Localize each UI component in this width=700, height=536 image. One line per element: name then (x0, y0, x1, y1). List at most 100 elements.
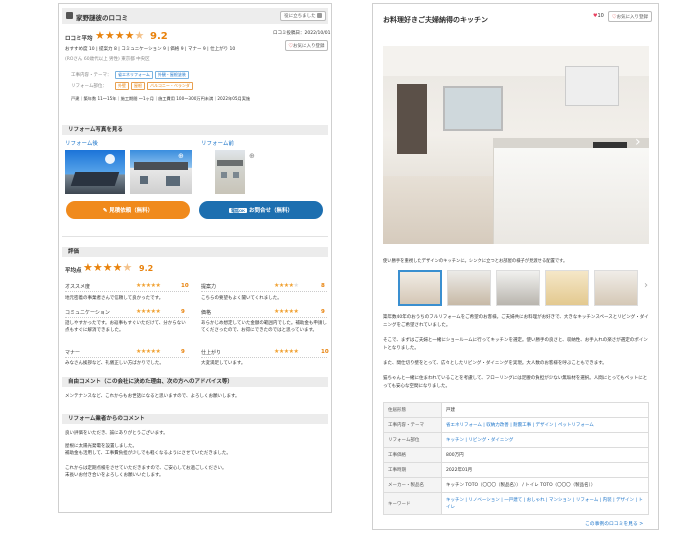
eval-score: 10 (321, 349, 329, 355)
thumbnail-3[interactable] (496, 270, 540, 306)
eval-text: みなさん挨拶など、礼儀正しい方ばかりでした。 (65, 361, 164, 366)
thumbnail-5[interactable] (594, 270, 638, 306)
avg-value: 9.2 (139, 264, 154, 273)
description-1: 築年数40年のおうちのフルリフォームをご希望のお客様。ご夫婦共にお料理がお好きで… (383, 315, 649, 328)
eval-text: こちらの要望もよく聞いてくれました。 (201, 296, 282, 301)
estimate-button[interactable]: ✎ 見積依頼（無料） (66, 201, 190, 219)
review-header: 家野謎彼のロコミ 役に立ちました (62, 8, 328, 24)
zoom-icon[interactable]: ⊕ (249, 152, 255, 160)
favorite-button[interactable]: ♡お気に入り登録 (285, 40, 328, 51)
spec-table: 住居形態 戸建 工事内容・テーマ 省エネリフォーム | 収納力改善 | 耐震工事… (383, 402, 649, 515)
spec-key: 工事価格 (383, 447, 442, 463)
photos-heading: リフォーム写真を見る (62, 125, 328, 135)
description-2: そこで、まずはご夫婦と一緒にショールームに行ってキッチンを選定。使い勝手の良さと… (383, 338, 648, 351)
maker-value: キッチン TOTO（〇〇〇（製品名）） (446, 483, 521, 488)
free-comment-text: メンテナンスなど、これからもお世話になると思いますので、よろしくお願いします。 (65, 394, 240, 399)
divider (65, 317, 189, 318)
thumbnail-1[interactable] (398, 270, 442, 306)
divider (65, 357, 189, 358)
part-link[interactable]: リビング・ダイニング (468, 438, 513, 443)
divider (65, 291, 189, 292)
spec-row-housing: 住居形態 戸建 (383, 402, 649, 418)
spec-row-price: 工事価格 800万円 (383, 447, 649, 463)
spec-row-theme: 工事内容・テーマ 省エネリフォーム | 収納力改善 | 耐震工事 | デザイン … (383, 417, 649, 433)
rating-stars: ★★★★★ (95, 29, 145, 42)
main-photo[interactable]: › (383, 46, 649, 244)
eval-text: 地元密着の事業者さんで信頼して良かったです。 (65, 296, 164, 301)
eval-text: 話しやすかったです。お返事もすぐいただけて、分からない点もすぐに解消できました。 (65, 321, 186, 333)
rating-value: 9.2 (150, 31, 168, 42)
thumbnail-2[interactable] (447, 270, 491, 306)
eval-name: マナー (65, 350, 81, 356)
spec-key: 住居形態 (383, 402, 442, 418)
keyword-link[interactable]: リフォーム (576, 498, 598, 503)
avg-label: 平均点 (65, 268, 82, 274)
part-tag[interactable]: 外壁 (115, 82, 129, 90)
rating-label: ロコミ平均 (65, 36, 93, 42)
maker-value: トイレ TOTO（〇〇〇（製品名）） (525, 483, 596, 488)
keyword-link[interactable]: 一戸建て (504, 498, 522, 503)
eval-stars: ★★★★★ (136, 348, 161, 355)
keyword-link[interactable]: デザイン (616, 498, 634, 503)
eval-heading: 評価 (62, 247, 328, 257)
eval-score: 9 (321, 309, 325, 315)
eval-stars: ★★★★★ (274, 348, 299, 355)
thumbnail-4[interactable] (545, 270, 589, 306)
theme-tag[interactable]: 外観・屋根塗装 (154, 71, 189, 79)
description-3: また、間仕切り壁をとって、広々としたリビング・ダイニングを実現。大人数のお客様を… (383, 361, 607, 366)
keyword-link[interactable]: キッチン (446, 498, 464, 503)
like-count[interactable]: ♥10 (593, 13, 604, 19)
info-box: 工事内容・テーマ： 省エネリフォーム 外観・屋根塗装 リフォーム部位： 外壁 屋根バ… (65, 70, 327, 112)
keyword-link[interactable]: リノベーション (468, 498, 499, 503)
eval-name: 仕上がり (201, 350, 222, 356)
before-photo[interactable] (215, 150, 245, 194)
thumbnail-next-icon[interactable]: › (644, 280, 648, 291)
eval-name: 提案力 (201, 284, 217, 290)
spec-row-part: リフォーム部位 キッチン | リビング・ダイニング (383, 432, 649, 448)
photo-caption: 使い勝手を重視したデザインのキッチンに。シンクに立つとお部屋の様子が見渡せる配置… (383, 259, 568, 264)
after-label: リフォーム後 (65, 141, 98, 147)
eval-score: 10 (181, 283, 189, 289)
theme-link[interactable]: 収納力改善 (486, 423, 509, 428)
part-tag[interactable]: 屋根 (131, 82, 145, 90)
inquiry-button[interactable]: 電話OK お問合せ（無料） (199, 201, 323, 219)
work-details: 戸建｜築年数 11〜15年｜施工期間 〜1ヶ月｜施工費用 100〜300万円未満… (71, 96, 251, 101)
description-4: 猫ちゃんと一緒に住まわれていることを考慮して、フローリングには足腰の負担が少ない… (383, 376, 648, 389)
theme-link[interactable]: ペットリフォーム (558, 423, 594, 428)
part-tag[interactable]: バルコニー・ベランダ (147, 82, 193, 90)
theme-link[interactable]: 耐震工事 (513, 423, 531, 428)
before-label: リフォーム前 (201, 141, 234, 147)
divider (201, 291, 327, 292)
eval-name: オススメ度 (65, 284, 91, 290)
case-panel: お料理好きご夫婦納得のキッチン ♥10 ♡お気に入り登録 › 使い勝手を重視した… (372, 3, 659, 530)
eval-stars: ★★★★★ (136, 282, 161, 289)
spec-row-maker: メーカー・製品名 キッチン TOTO（〇〇〇（製品名）） / トイレ TOTO（… (383, 477, 649, 493)
spec-key: 工事内容・テーマ (383, 417, 442, 433)
theme-link[interactable]: 省エネリフォーム (446, 423, 482, 428)
theme-tag[interactable]: 省エネリフォーム (115, 71, 153, 79)
spec-key: リフォーム部位 (383, 432, 442, 448)
avg-stars: ★★★★★ (83, 261, 133, 274)
spec-value: 2022年01月 (441, 462, 649, 478)
case-review-link[interactable]: この事例のロコミを見る > (585, 520, 643, 527)
next-arrow-icon[interactable]: › (635, 134, 641, 150)
keyword-link[interactable]: おしゃれ (527, 498, 545, 503)
after-photo-1[interactable] (65, 150, 125, 194)
review-title: 家野謎彼のロコミ (76, 14, 128, 22)
divider (62, 236, 328, 237)
company-comment-heading: リフォーム業者からのコメント (62, 414, 328, 424)
zoom-icon[interactable]: ⊕ (178, 152, 184, 160)
part-link[interactable]: キッチン (446, 438, 464, 443)
eval-score: 9 (181, 349, 185, 355)
spec-value: 800万円 (441, 447, 649, 463)
case-title: お料理好きご夫婦納得のキッチン (383, 16, 488, 24)
spec-row-date: 工事時期 2022年01月 (383, 462, 649, 478)
keyword-link[interactable]: 内装 (603, 498, 612, 503)
favorite-button[interactable]: ♡お気に入り登録 (608, 11, 652, 22)
part-label: リフォーム部位： (71, 84, 107, 89)
spec-value: 戸建 (441, 402, 649, 418)
eval-stars: ★★★★★ (274, 308, 299, 315)
helpful-button[interactable]: 役に立ちました (280, 11, 326, 21)
theme-link[interactable]: デザイン (536, 423, 554, 428)
keyword-link[interactable]: マンション (549, 498, 572, 503)
